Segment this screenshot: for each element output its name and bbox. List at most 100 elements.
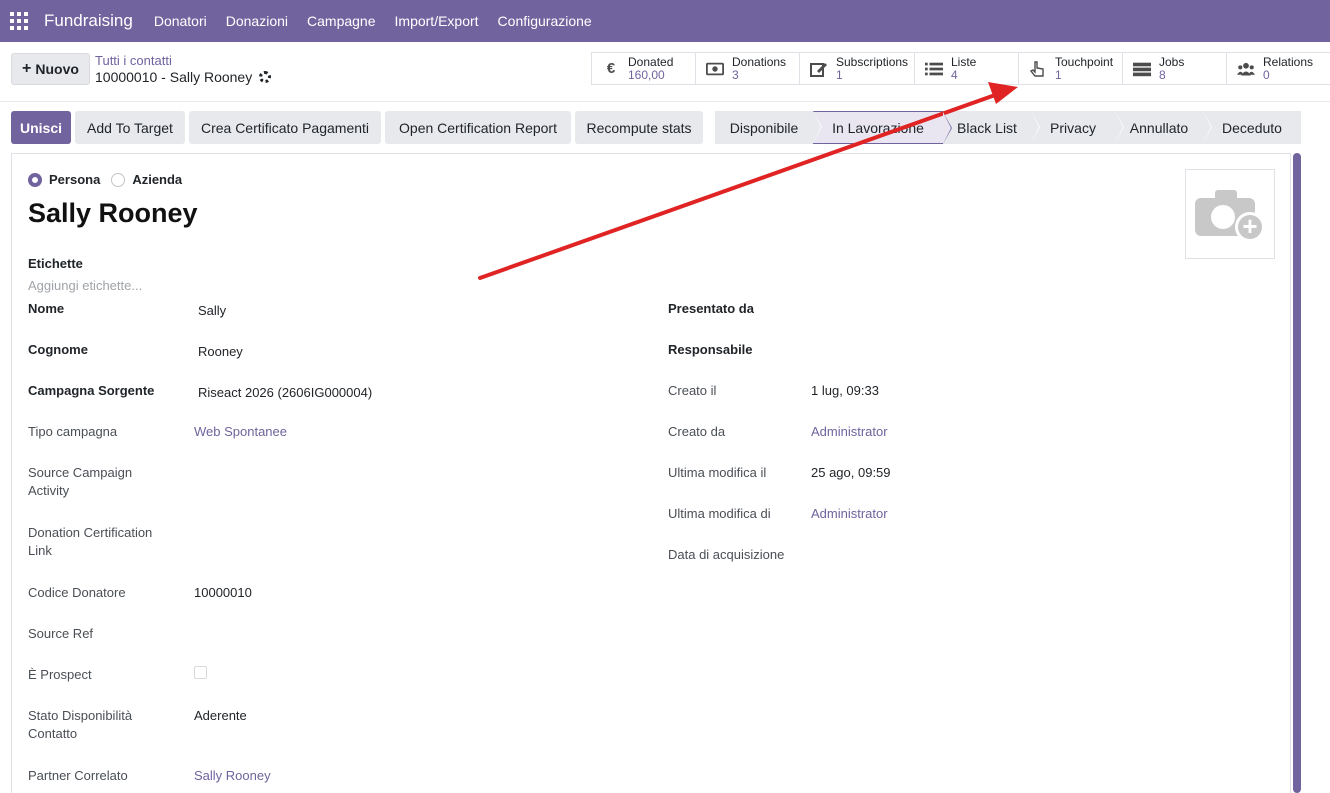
smart-value: 1 [836,67,843,82]
label-line: Link [28,543,52,558]
gear-icon[interactable] [259,71,272,83]
avatar-upload[interactable]: + [1185,169,1275,259]
smart-button-touchpoint[interactable]: Touchpoint 1 [1019,53,1123,84]
smart-button-subscriptions[interactable]: Subscriptions 1 [800,53,915,84]
stato-disponibilita-label: Stato Disponibilità Contatto [28,708,132,744]
partner-correlato-link[interactable]: Sally Rooney [194,768,271,783]
euro-icon: € [606,60,616,77]
stage-deceduto[interactable]: Deceduto [1203,111,1301,144]
apps-grid-icon[interactable] [10,12,28,30]
smart-button-jobs[interactable]: Jobs 8 [1123,53,1227,84]
server-icon [1133,61,1151,77]
radio-persona-label: Persona [49,172,101,187]
list-icon [925,61,943,77]
ultima-modifica-di-link[interactable]: Administrator [811,506,888,521]
nav-campagne[interactable]: Campagne [307,13,376,29]
smart-button-donations[interactable]: Donations 3 [696,53,800,84]
smart-button-relations[interactable]: Relations 0 [1227,53,1330,84]
creato-da-label: Creato da [668,424,726,439]
add-to-target-button[interactable]: Add To Target [75,111,185,144]
prospect-checkbox[interactable] [194,666,207,679]
stage-disponibile[interactable]: Disponibile [715,111,822,144]
radio-persona[interactable] [28,172,42,187]
data-acquisizione-label: Data di acquisizione [668,547,785,562]
app-brand[interactable]: Fundraising [44,11,133,31]
stage-label: In Lavorazione [832,119,924,136]
smart-label: Subscriptions [836,54,909,69]
tags-input[interactable]: Aggiungi etichette... [28,278,142,293]
partner-correlato-label: Partner Correlato [28,768,128,783]
creato-il-value: 1 lug, 09:33 [811,383,879,398]
stage-in-lavorazione[interactable]: In Lavorazione [813,111,952,144]
source-campaign-activity-label: Source Campaign Activity [28,465,132,501]
campagna-sorgente-label: Campagna Sorgente [28,383,155,398]
nome-field[interactable]: Sally [198,303,226,318]
smart-label: Jobs [1159,54,1185,69]
cognome-field[interactable]: Rooney [198,344,243,359]
nav-donazioni[interactable]: Donazioni [226,13,288,29]
radio-azienda[interactable] [111,172,126,187]
creato-il-label: Creato il [668,383,717,398]
presentato-da-label: Presentato da [668,301,754,316]
top-navbar: Fundraising Donatori Donazioni Campagne … [0,0,1330,42]
smart-value: 1 [1055,67,1062,82]
camera-plus-icon: + [1195,186,1265,242]
nav-import-export[interactable]: Import/Export [395,13,479,29]
codice-donatore-field[interactable]: 10000010 [194,585,252,600]
plus-icon: + [22,60,32,77]
money-icon [706,61,724,77]
donation-certification-link-label: Donation Certification Link [28,525,152,561]
tipo-campagna-link[interactable]: Web Spontanee [194,424,287,439]
users-icon [1237,61,1255,77]
record-title: 10000010 - Sally Rooney [95,69,253,85]
smart-value: 3 [732,67,739,82]
smart-value: 8 [1159,67,1166,82]
breadcrumb-all-contacts[interactable]: Tutti i contatti [95,53,172,68]
smart-label: Liste [951,54,977,69]
stato-disponibilita-field[interactable]: Aderente [194,708,247,723]
edit-icon [810,61,828,77]
open-certification-report-button[interactable]: Open Certification Report [385,111,571,144]
create-certificate-button[interactable]: Crea Certificato Pagamenti [189,111,381,144]
prospect-label: È Prospect [28,667,92,682]
campagna-sorgente-field[interactable]: Riseact 2026 (2606IG000004) [198,385,372,400]
nav-configurazione[interactable]: Configurazione [498,13,592,29]
smart-label: Donated [628,54,674,69]
stage-label: Black List [957,119,1017,136]
status-bar: Disponibile In Lavorazione Black List Pr… [715,111,1301,144]
label-line: Activity [28,483,70,498]
merge-button[interactable]: Unisci [11,111,71,144]
creato-da-link[interactable]: Administrator [811,424,888,439]
ultima-modifica-il-value: 25 ago, 09:59 [811,465,891,480]
tags-label: Etichette [28,256,83,271]
nome-label: Nome [28,301,65,316]
form-sheet [11,153,1291,793]
label-line: Contatto [28,726,78,741]
stage-label: Disponibile [729,119,799,136]
new-button[interactable]: + Nuovo [11,53,90,85]
smart-value: 160,00 [628,67,665,82]
smart-label: Donations [732,54,787,69]
tipo-campagna-label: Tipo campagna [28,424,118,439]
control-panel: + Nuovo Tutti i contatti 10000010 - Sall… [0,42,1330,102]
recompute-stats-button[interactable]: Recompute stats [575,111,703,144]
stage-label: Annullato [1129,119,1189,136]
stage-annullato[interactable]: Annullato [1115,111,1212,144]
record-breadcrumb: 10000010 - Sally Rooney [95,69,272,85]
stage-privacy[interactable]: Privacy [1031,111,1124,144]
smart-button-liste[interactable]: Liste 4 [915,53,1019,84]
responsabile-label: Responsabile [668,342,753,357]
smart-button-donated[interactable]: € Donated 160,00 [592,53,696,84]
action-row: Unisci Add To Target Crea Certificato Pa… [0,111,1330,144]
partner-name[interactable]: Sally Rooney [28,198,198,229]
stage-label: Deceduto [1222,119,1282,136]
label-line: Donation Certification [28,525,153,540]
nav-donatori[interactable]: Donatori [154,13,207,29]
scrollbar[interactable] [1293,153,1301,793]
smart-label: Relations [1263,54,1314,69]
ultima-modifica-il-label: Ultima modifica il [668,465,767,480]
source-ref-label: Source Ref [28,626,94,641]
smart-value: 4 [951,67,958,82]
stage-black-list[interactable]: Black List [943,111,1040,144]
smart-value: 0 [1263,67,1270,82]
